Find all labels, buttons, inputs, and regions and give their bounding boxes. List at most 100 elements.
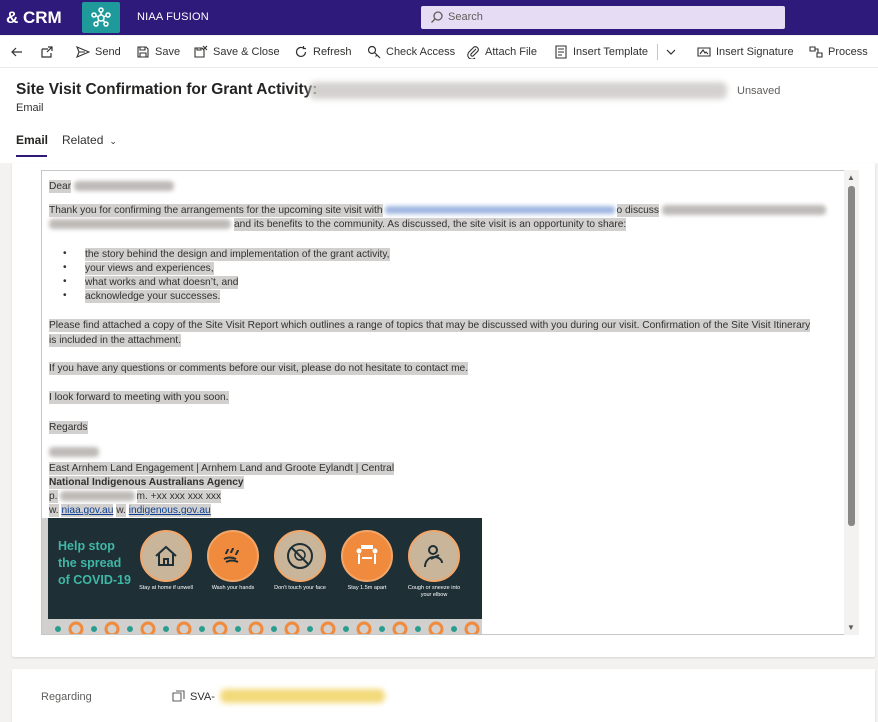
save-button[interactable]: Save xyxy=(136,36,180,68)
active-tab-indicator xyxy=(16,155,47,157)
save-status: Unsaved xyxy=(737,85,781,97)
paragraph-1b: o discuss xyxy=(616,204,659,217)
regarding-lookup-value[interactable]: SVA- xyxy=(190,691,215,703)
covid-tip-caption: Wash your hands xyxy=(211,585,255,591)
entity-type-label: Email xyxy=(16,102,44,114)
covid-banner-image: Help stop the spread of COVID-19 Stay at… xyxy=(48,518,482,619)
covid-tip-distance: Stay 1.5m apart xyxy=(337,530,397,592)
signature-mobile: m. +xx xxx xxx xxx xyxy=(136,490,222,503)
signature-phone-prefix: p. xyxy=(49,490,58,503)
back-button[interactable] xyxy=(10,36,29,68)
redacted-title-text xyxy=(309,82,727,99)
bullet-icon: • xyxy=(63,248,67,259)
template-icon xyxy=(555,45,567,59)
regards-text: Regards xyxy=(49,421,88,434)
wash-hands-icon xyxy=(207,530,259,582)
covid-tip-caption: Stay 1.5m apart xyxy=(347,585,387,591)
insert-signature-button[interactable]: Insert Signature xyxy=(697,36,794,68)
search-icon xyxy=(431,11,443,23)
tab-related-label: Related xyxy=(62,133,104,147)
check-access-button[interactable]: Check Access xyxy=(367,36,455,68)
distance-icon xyxy=(341,530,393,582)
paragraph-2b: is included in the attachment. xyxy=(49,334,181,347)
regarding-card xyxy=(12,669,875,722)
regarding-label: Regarding xyxy=(41,691,92,703)
paragraph-2a: Please find attached a copy of the Site … xyxy=(49,319,811,332)
tab-email[interactable]: Email xyxy=(16,133,48,147)
send-label: Send xyxy=(95,46,121,58)
niaa-website-link[interactable]: niaa.gov.au xyxy=(61,504,114,517)
paragraph-4: I look forward to meeting with you soon. xyxy=(49,391,229,404)
grant-activity-icon xyxy=(172,690,185,702)
paperclip-icon xyxy=(467,46,479,59)
redacted-regarding-value xyxy=(220,689,385,703)
chevron-down-icon: ⌄ xyxy=(109,136,117,146)
refresh-icon xyxy=(295,46,307,58)
bullet-icon: • xyxy=(63,290,67,301)
command-bar: Send Save Save & Close Refresh Check Acc… xyxy=(0,36,878,68)
covid-tip-caption: Cough or sneeze into your elbow xyxy=(407,585,461,598)
list-item: what works and what doesn’t, and xyxy=(85,276,239,289)
key-search-icon xyxy=(367,45,381,59)
greeting-text: Dear xyxy=(49,180,72,193)
redacted-phone xyxy=(59,491,135,502)
popout-icon xyxy=(41,46,53,58)
indigenous-website-link[interactable]: indigenous.gov.au xyxy=(128,504,211,517)
insert-template-dropdown[interactable] xyxy=(664,36,683,68)
covid-tip-caption: Stay at home if unwell xyxy=(139,585,193,591)
covid-headline-line: the spread xyxy=(58,556,122,570)
record-header: Site Visit Confirmation for Grant Activi… xyxy=(0,68,878,163)
attach-file-label: Attach File xyxy=(485,46,537,58)
list-item: acknowledge your successes. xyxy=(85,290,221,303)
refresh-button[interactable]: Refresh xyxy=(294,36,352,68)
send-icon xyxy=(76,45,90,59)
app-title-fragment: & CRM xyxy=(6,8,62,27)
covid-tip-stay-home: Stay at home if unwell xyxy=(136,530,196,592)
save-label: Save xyxy=(155,46,181,58)
attach-file-button[interactable]: Attach File xyxy=(466,36,537,68)
paragraph-1a: Thank you for confirming the arrangement… xyxy=(49,204,383,217)
insert-signature-label: Insert Signature xyxy=(716,46,794,58)
covid-tip-no-touch: Don't touch your face xyxy=(270,530,330,592)
insert-template-button[interactable]: Insert Template xyxy=(554,36,648,68)
house-icon xyxy=(140,530,192,582)
tab-related[interactable]: Related ⌄ xyxy=(62,133,117,147)
redacted-name xyxy=(74,181,175,192)
scrollbar-thumb[interactable] xyxy=(848,186,855,526)
covid-headline-line: Help stop xyxy=(58,539,115,553)
signature-agency: National Indigenous Australians Agency xyxy=(49,476,244,489)
save-and-close-button[interactable]: Save & Close xyxy=(194,36,280,68)
cough-elbow-icon xyxy=(408,530,460,582)
process-button[interactable]: Process xyxy=(809,36,868,68)
search-placeholder: Search xyxy=(448,11,483,23)
check-access-label: Check Access xyxy=(386,46,456,58)
signature-web-prefix: w. xyxy=(49,504,59,517)
global-search-box[interactable]: Search xyxy=(421,6,785,29)
list-item: the story behind the design and implemen… xyxy=(85,248,390,261)
bullet-icon: • xyxy=(63,262,67,273)
save-close-icon xyxy=(194,45,208,58)
send-button[interactable]: Send xyxy=(76,36,121,68)
chevron-down-icon xyxy=(666,49,676,55)
refresh-label: Refresh xyxy=(313,46,352,58)
scroll-down-icon[interactable]: ▼ xyxy=(847,623,855,632)
back-arrow-icon xyxy=(11,47,22,57)
redacted-sender-name xyxy=(49,447,99,458)
signature-unit: East Arnhem Land Engagement | Arnhem Lan… xyxy=(49,462,395,475)
paragraph-3: If you have any questions or comments be… xyxy=(49,362,469,375)
scroll-up-icon[interactable]: ▲ xyxy=(847,173,855,182)
decorative-dots-border xyxy=(55,621,480,634)
signature-web2-prefix: w. xyxy=(116,504,126,517)
editor-scrollbar[interactable]: ▲ ▼ xyxy=(844,170,859,635)
save-icon xyxy=(137,46,149,58)
niaa-logo-icon[interactable] xyxy=(82,2,120,33)
covid-tip-wash-hands: Wash your hands xyxy=(203,530,263,592)
bullet-icon: • xyxy=(63,276,67,287)
redacted-link[interactable] xyxy=(384,206,615,215)
no-touch-face-icon xyxy=(274,530,326,582)
redacted-text xyxy=(49,219,231,230)
email-body-editor[interactable]: Dear Thank you for confirming the arrang… xyxy=(41,170,859,635)
save-close-label: Save & Close xyxy=(213,46,280,58)
list-item: your views and experiences, xyxy=(85,262,214,275)
open-new-window-button[interactable] xyxy=(40,36,59,68)
